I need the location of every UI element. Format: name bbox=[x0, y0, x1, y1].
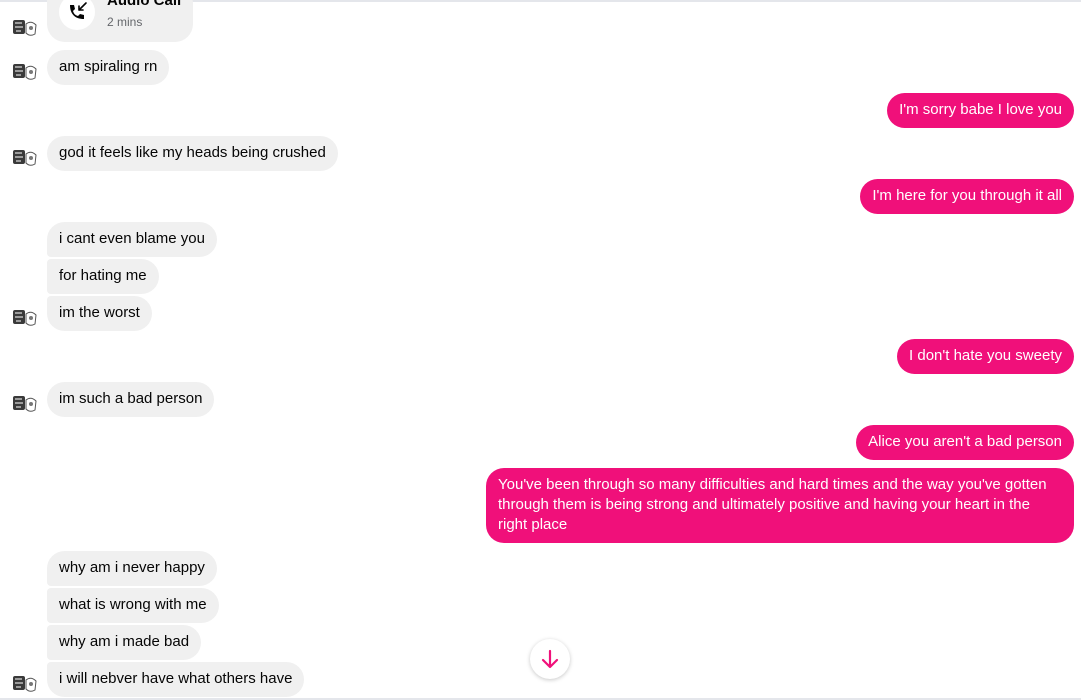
avatar-sketch-icon bbox=[13, 310, 37, 326]
call-icon-circle bbox=[59, 0, 95, 30]
incoming-message[interactable]: im the worst bbox=[47, 296, 152, 331]
avatar-sketch-icon bbox=[13, 20, 37, 36]
phone-incoming-icon bbox=[70, 2, 87, 19]
call-duration: 2 mins bbox=[107, 15, 143, 29]
arrow-down-icon bbox=[541, 649, 559, 669]
outgoing-message[interactable]: I'm here for you through it all bbox=[860, 179, 1074, 214]
contact-avatar[interactable] bbox=[11, 144, 39, 172]
contact-avatar[interactable] bbox=[11, 390, 39, 418]
avatar-sketch-icon bbox=[13, 396, 37, 412]
avatar-sketch-icon bbox=[13, 150, 37, 166]
incoming-message[interactable]: what is wrong with me bbox=[47, 588, 219, 623]
avatar-sketch-icon bbox=[13, 64, 37, 80]
contact-avatar[interactable] bbox=[11, 670, 39, 698]
scroll-to-bottom-button[interactable] bbox=[530, 639, 570, 679]
outgoing-message[interactable]: I don't hate you sweety bbox=[897, 339, 1074, 374]
incoming-message[interactable]: god it feels like my heads being crushed bbox=[47, 136, 338, 171]
avatar-sketch-icon bbox=[13, 676, 37, 692]
incoming-message[interactable]: for hating me bbox=[47, 259, 159, 294]
outgoing-message[interactable]: You've been through so many difficulties… bbox=[486, 468, 1074, 543]
incoming-message[interactable]: why am i made bad bbox=[47, 625, 202, 660]
incoming-message[interactable]: why am i never happy bbox=[47, 551, 217, 586]
contact-avatar[interactable] bbox=[11, 58, 39, 86]
incoming-message[interactable]: i will nebver have what others have bbox=[47, 662, 305, 697]
audio-call-card[interactable]: Audio Call 2 mins bbox=[47, 0, 193, 42]
contact-avatar[interactable] bbox=[11, 304, 39, 332]
outgoing-message[interactable]: I'm sorry babe I love you bbox=[887, 93, 1074, 128]
call-title: Audio Call bbox=[107, 0, 182, 9]
outgoing-message[interactable]: Alice you aren't a bad person bbox=[856, 425, 1074, 460]
contact-avatar[interactable] bbox=[11, 14, 39, 42]
incoming-message[interactable]: am spiraling rn bbox=[47, 50, 170, 85]
incoming-message[interactable]: i cant even blame you bbox=[47, 222, 217, 257]
incoming-message[interactable]: im such a bad person bbox=[47, 382, 215, 417]
